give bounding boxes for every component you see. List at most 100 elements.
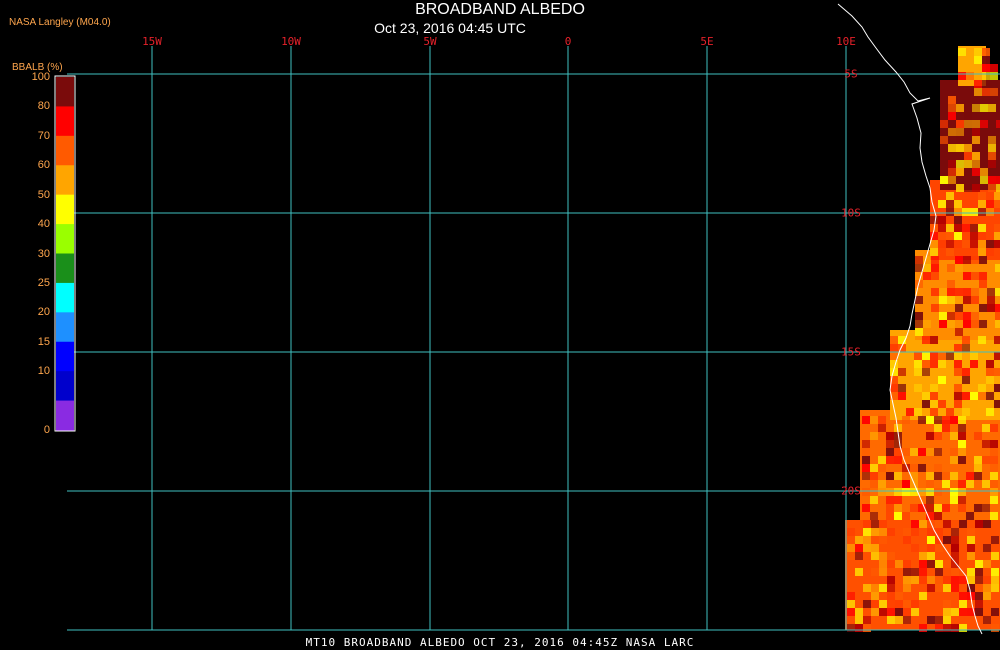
albedo-cell (996, 120, 1000, 128)
albedo-cell (971, 288, 979, 296)
albedo-cell (991, 624, 999, 632)
longitude-label: 5W (423, 35, 437, 48)
albedo-cell (954, 344, 962, 352)
albedo-cell (956, 136, 964, 144)
colorbar-swatch (56, 253, 74, 284)
albedo-cell (979, 304, 987, 312)
albedo-cell (988, 144, 996, 152)
albedo-cell (967, 528, 975, 536)
albedo-cell (903, 528, 911, 536)
albedo-cell (938, 216, 946, 224)
albedo-cell (886, 432, 894, 440)
albedo-cell (970, 232, 978, 240)
albedo-cell (955, 312, 963, 320)
albedo-cell (954, 368, 962, 376)
albedo-cell (978, 240, 986, 248)
albedo-cell (871, 584, 879, 592)
albedo-cell (986, 408, 994, 416)
albedo-cell (963, 288, 971, 296)
albedo-cell (995, 288, 1000, 296)
albedo-cell (978, 248, 986, 256)
albedo-cell (931, 272, 939, 280)
albedo-cell (955, 288, 963, 296)
albedo-cell (919, 568, 927, 576)
albedo-cell (975, 592, 983, 600)
albedo-cell (951, 536, 959, 544)
albedo-cell (930, 384, 938, 392)
albedo-cell (903, 608, 911, 616)
albedo-cell (978, 192, 986, 200)
albedo-cell (974, 504, 982, 512)
albedo-cell (847, 552, 855, 560)
albedo-cell (911, 576, 919, 584)
albedo-cell (991, 576, 999, 584)
albedo-cell (964, 144, 972, 152)
albedo-cell (995, 264, 1000, 272)
albedo-cell (946, 232, 954, 240)
albedo-cell (946, 376, 954, 384)
albedo-cell (940, 176, 948, 184)
albedo-cell (947, 312, 955, 320)
albedo-cell (986, 208, 994, 216)
albedo-cell (930, 392, 938, 400)
albedo-cell (930, 216, 938, 224)
albedo-cell (862, 488, 870, 496)
albedo-cell (934, 488, 942, 496)
albedo-cell (927, 552, 935, 560)
albedo-cell (990, 72, 998, 80)
albedo-cell (910, 448, 918, 456)
albedo-cell (958, 488, 966, 496)
albedo-cell (990, 448, 998, 456)
albedo-cell (911, 544, 919, 552)
colorbar-tick-label: 10 (37, 365, 50, 378)
albedo-cell (887, 600, 895, 608)
albedo-cell (978, 232, 986, 240)
albedo-cell (946, 248, 954, 256)
albedo-cell (974, 56, 982, 64)
albedo-cell (931, 256, 939, 264)
albedo-cell (974, 464, 982, 472)
albedo-cell (894, 512, 902, 520)
albedo-cell (990, 464, 998, 472)
albedo-cell (990, 480, 998, 488)
albedo-cell (927, 576, 935, 584)
albedo-cell (914, 408, 922, 416)
albedo-cell (902, 480, 910, 488)
albedo-cell (927, 536, 935, 544)
albedo-cell (942, 472, 950, 480)
albedo-cell (926, 480, 934, 488)
albedo-cell (894, 456, 902, 464)
albedo-cell (956, 184, 964, 192)
albedo-cell (895, 616, 903, 624)
albedo-cell (862, 440, 870, 448)
albedo-cell (967, 552, 975, 560)
albedo-cell (887, 592, 895, 600)
albedo-cell (978, 336, 986, 344)
albedo-cell (951, 560, 959, 568)
albedo-cell (903, 568, 911, 576)
albedo-cell (878, 464, 886, 472)
albedo-cell (878, 424, 886, 432)
albedo-cell (931, 288, 939, 296)
albedo-cell (871, 552, 879, 560)
albedo-cell (963, 296, 971, 304)
albedo-cell (990, 512, 998, 520)
albedo-cell (956, 176, 964, 184)
albedo-cell (870, 416, 878, 424)
albedo-cell (991, 536, 999, 544)
albedo-cell (982, 456, 990, 464)
albedo-cell (927, 584, 935, 592)
albedo-cell (863, 536, 871, 544)
albedo-cell (954, 200, 962, 208)
albedo-cell (988, 176, 996, 184)
albedo-cell (870, 512, 878, 520)
albedo-cell (946, 208, 954, 216)
albedo-cell (956, 104, 964, 112)
albedo-cell (895, 608, 903, 616)
longitude-label: 15W (142, 35, 162, 48)
albedo-cell (954, 216, 962, 224)
albedo-cell (923, 272, 931, 280)
albedo-cell (986, 240, 994, 248)
albedo-cell (862, 504, 870, 512)
albedo-cell (994, 240, 1000, 248)
